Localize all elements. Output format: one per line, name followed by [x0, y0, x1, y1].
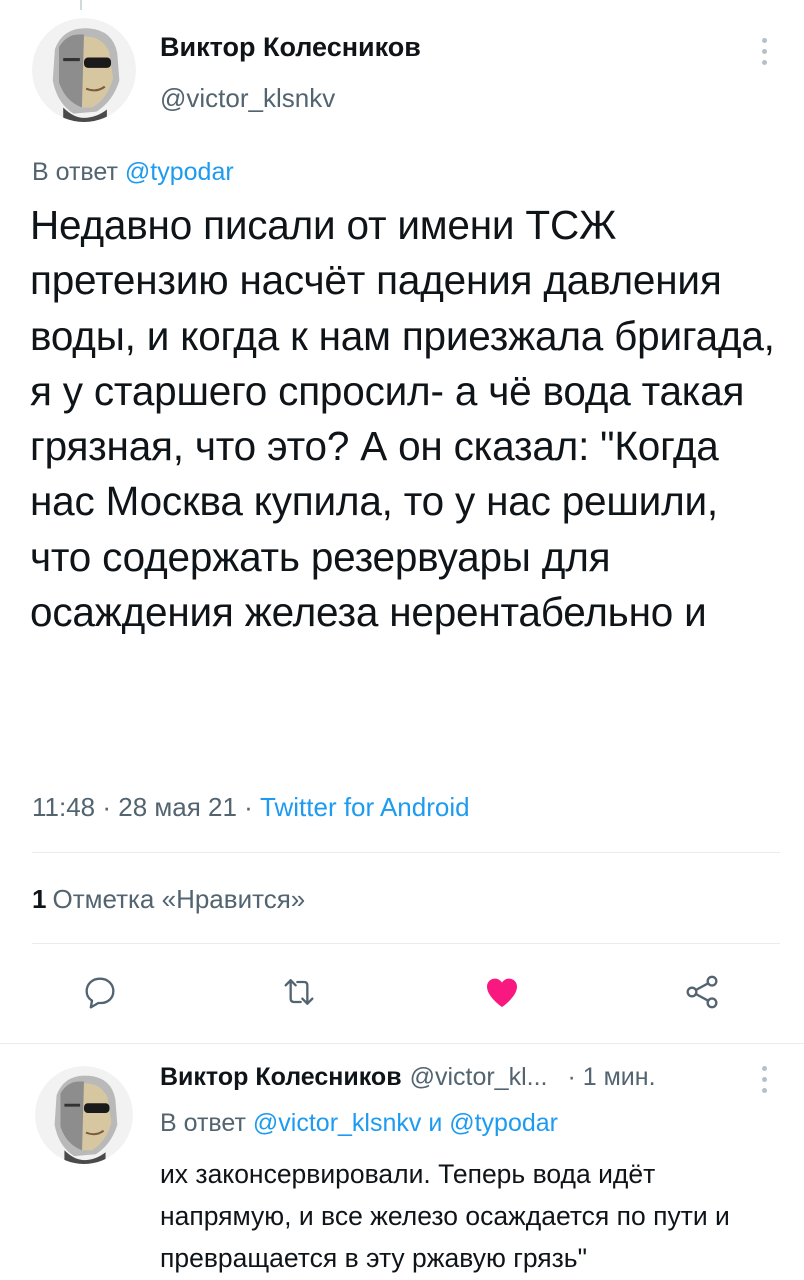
- avatar-image: [35, 1066, 133, 1164]
- tweet-meta: 11:48 · 28 мая 21 · Twitter for Android: [32, 792, 470, 823]
- reply-to-mention[interactable]: @typodar: [125, 158, 234, 186]
- thread-line: [80, 0, 82, 10]
- avatar[interactable]: [32, 18, 136, 122]
- reply-replyto-line: В ответ @victor_klsnkv и @typodar: [160, 1109, 558, 1138]
- reply-to-prefix: В ответ: [32, 158, 125, 186]
- share-icon[interactable]: [680, 970, 724, 1014]
- reply-text: их законсервировали. Теперь вода идёт на…: [160, 1159, 730, 1273]
- tweet-text: Недавно писали от имени ТСЖ претензию на…: [30, 202, 775, 636]
- more-options-icon[interactable]: [757, 1066, 771, 1093]
- tweet-timestamp: 11:48 · 28 мая 21 ·: [32, 792, 261, 822]
- reply-author-handle[interactable]: @victor_kl...: [410, 1063, 548, 1091]
- retweet-icon[interactable]: [277, 970, 321, 1014]
- reply-avatar[interactable]: [35, 1066, 133, 1164]
- reply-author-name[interactable]: Виктор Колесников: [160, 1063, 402, 1091]
- reply-to-line: В ответ @typodar: [32, 158, 234, 187]
- reply-icon[interactable]: [78, 970, 122, 1014]
- reply-replyto-mentions[interactable]: @victor_klsnkv и @typodar: [253, 1109, 558, 1137]
- more-options-icon[interactable]: [757, 38, 771, 65]
- author-handle[interactable]: @victor_klsnkv: [160, 83, 335, 114]
- likes-label: Отметка «Нравится»: [52, 884, 306, 914]
- divider: [32, 852, 780, 853]
- heart-icon[interactable]: [480, 970, 524, 1014]
- avatar-image: [32, 18, 136, 122]
- reply-time[interactable]: · 1 мин.: [567, 1063, 655, 1091]
- reply-replyto-prefix: В ответ: [160, 1109, 253, 1137]
- source-app-link[interactable]: Twitter for Android: [260, 792, 470, 822]
- likes-count: 1: [32, 884, 47, 914]
- divider: [0, 1043, 804, 1044]
- likes-stat[interactable]: 1 Отметка «Нравится»: [32, 884, 305, 915]
- reply-header: Виктор Колесников @victor_kl... · 1 мин.: [160, 1063, 656, 1092]
- author-name[interactable]: Виктор Колесников: [160, 32, 421, 63]
- divider: [32, 943, 780, 944]
